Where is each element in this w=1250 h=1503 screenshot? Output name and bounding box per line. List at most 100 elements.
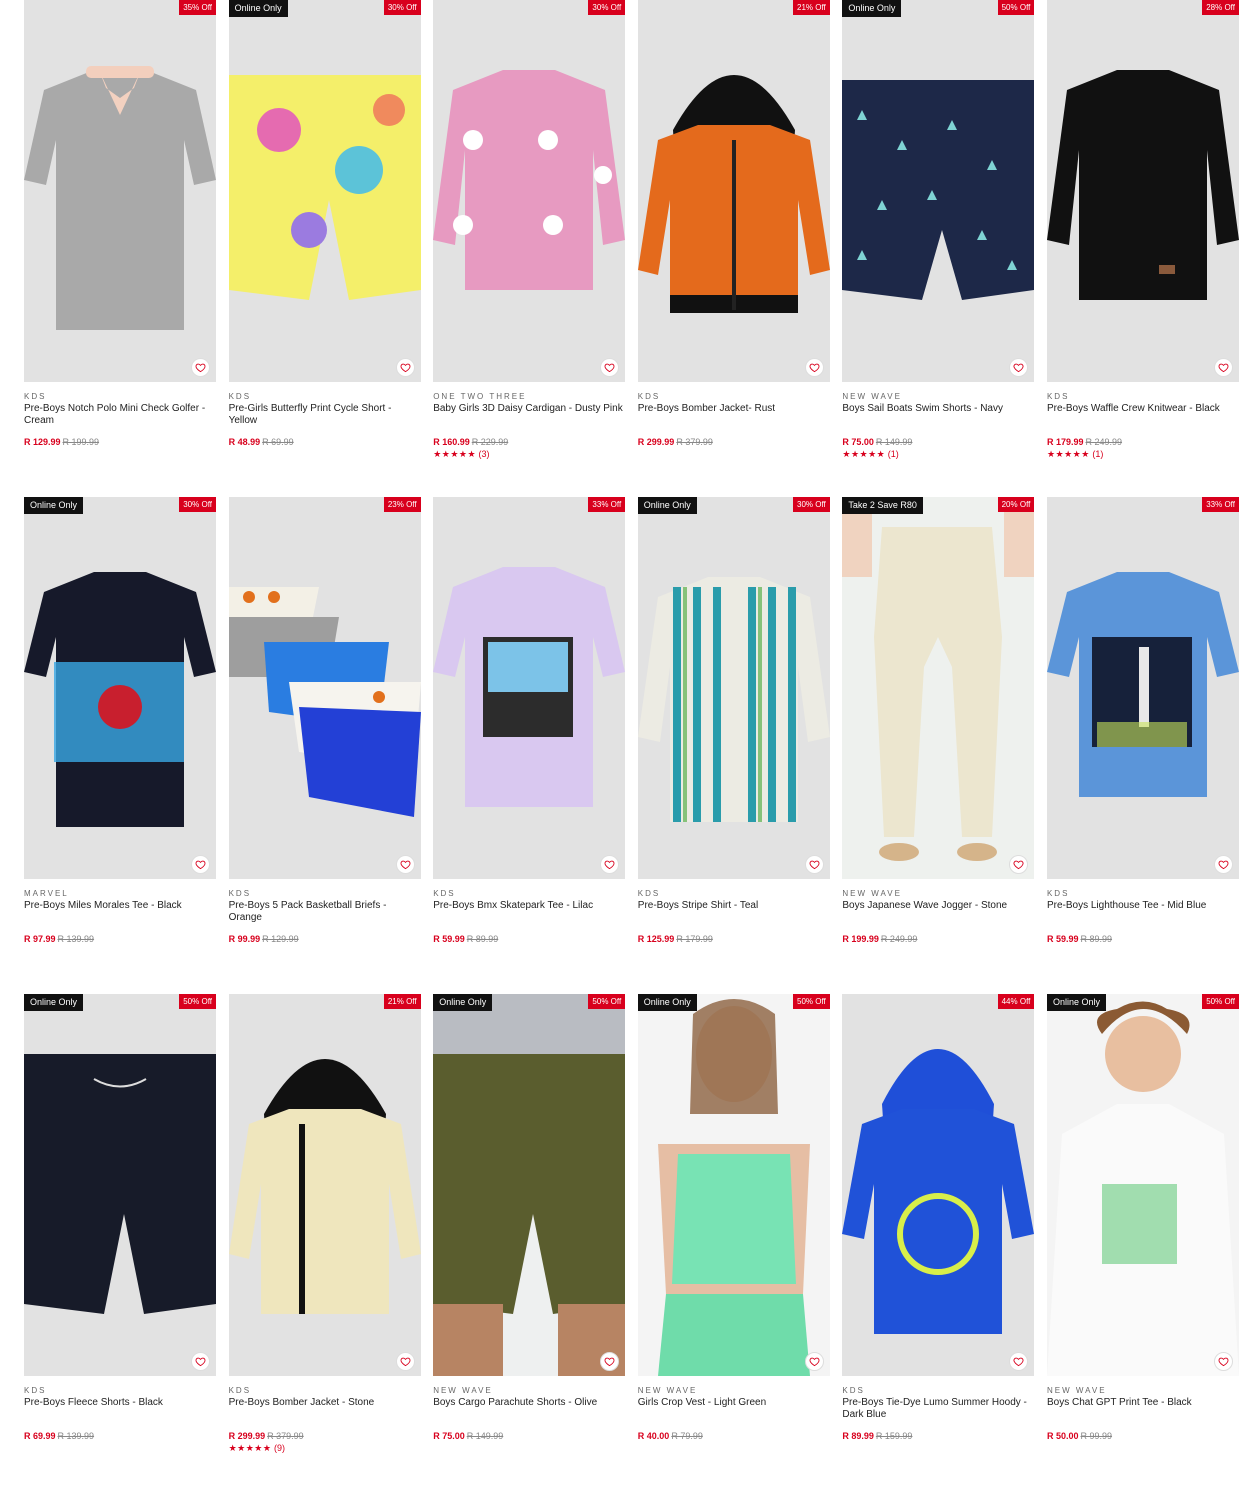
original-price: R 179.99	[676, 934, 713, 944]
product-name[interactable]: Boys Japanese Wave Jogger - Stone	[842, 900, 1034, 924]
sale-price: R 59.99	[433, 934, 465, 944]
discount-badge: 23% Off	[383, 497, 421, 512]
product-name[interactable]: Boys Sail Boats Swim Shorts - Navy	[842, 403, 1034, 427]
star-rating-icon: ★★★★★	[433, 449, 477, 459]
product-image[interactable]: 21% Off	[228, 994, 421, 1376]
product-image[interactable]: Take 2 Save R80 20% Off	[842, 497, 1035, 879]
product-name[interactable]: Pre-Boys Miles Morales Tee - Black	[24, 900, 216, 924]
wishlist-button[interactable]	[1213, 1352, 1233, 1371]
original-price: R 129.99	[262, 934, 299, 944]
product-brand: MARVEL	[24, 889, 69, 898]
wishlist-button[interactable]	[395, 1352, 415, 1371]
product-photo	[24, 994, 216, 1376]
product-price: R 160.99 R 229.99	[433, 437, 625, 448]
product-image[interactable]: Online Only 30% Off	[637, 497, 830, 879]
product-card[interactable]: 28% Off KDS Pre-Boys Waffle Crew Knitwea…	[1046, 0, 1239, 497]
original-price: R 199.99	[62, 437, 100, 447]
sale-price: R 199.99	[842, 934, 879, 944]
product-card[interactable]: Online Only 30% Off KDS Pre-Boys Stripe …	[637, 497, 830, 994]
product-image[interactable]: 23% Off	[228, 497, 421, 879]
product-name[interactable]: Girls Crop Vest - Light Green	[638, 1397, 830, 1421]
promo-badge: Take 2 Save R80	[842, 497, 923, 514]
product-image[interactable]: Online Only 50% Off	[433, 994, 626, 1376]
product-card[interactable]: Take 2 Save R80 20% Off NEW WAVE Boys Ja…	[842, 497, 1035, 994]
wishlist-button[interactable]	[804, 855, 824, 874]
wishlist-button[interactable]	[191, 1352, 210, 1371]
product-name[interactable]: Pre-Boys Waffle Crew Knitwear - Black	[1047, 403, 1239, 427]
product-card[interactable]: 30% Off ONE TWO THREE Baby Girls 3D Dais…	[433, 0, 626, 497]
product-image[interactable]: Online Only 30% Off	[24, 497, 216, 879]
review-count: (1)	[887, 449, 899, 459]
product-name[interactable]: Pre-Boys Bomber Jacket- Rust	[638, 403, 830, 427]
product-brand: KDS	[228, 392, 252, 401]
product-image[interactable]: 33% Off	[433, 497, 626, 879]
wishlist-button[interactable]	[395, 855, 415, 874]
sale-price: R 129.99	[24, 437, 61, 447]
heart-icon	[400, 363, 411, 373]
product-name[interactable]: Baby Girls 3D Daisy Cardigan - Dusty Pin…	[433, 403, 625, 427]
product-card[interactable]: Online Only 50% Off NEW WAVE Boys Chat G…	[1046, 994, 1239, 1491]
product-name[interactable]: Boys Chat GPT Print Tee - Black	[1047, 1397, 1239, 1421]
product-name[interactable]: Pre-Boys Stripe Shirt - Teal	[638, 900, 830, 924]
product-name[interactable]: Pre-Boys Tie-Dye Lumo Summer Hoody - Dar…	[842, 1397, 1034, 1421]
wishlist-button[interactable]	[804, 1352, 824, 1371]
wishlist-button[interactable]	[395, 358, 415, 377]
product-photo	[1046, 0, 1239, 382]
product-image[interactable]: 30% Off	[433, 0, 626, 382]
product-card[interactable]: Online Only 30% Off MARVEL Pre-Boys Mile…	[24, 497, 216, 994]
product-card[interactable]: 23% Off KDS Pre-Boys 5 Pack Basketball B…	[228, 497, 421, 994]
sale-price: R 299.99	[228, 1431, 266, 1441]
product-card[interactable]: Online Only 30% Off KDS Pre-Girls Butter…	[228, 0, 421, 497]
product-name[interactable]: Pre-Boys Notch Polo Mini Check Golfer - …	[24, 403, 216, 427]
product-card[interactable]: 33% Off KDS Pre-Boys Bmx Skatepark Tee -…	[433, 497, 626, 994]
star-rating-icon: ★★★★★	[1046, 449, 1090, 459]
product-image[interactable]: 44% Off	[842, 994, 1035, 1376]
product-card[interactable]: 33% Off KDS Pre-Boys Lighthouse Tee - Mi…	[1046, 497, 1239, 994]
discount-badge: 21% Off	[383, 994, 421, 1009]
wishlist-button[interactable]	[191, 358, 210, 377]
product-name[interactable]: Boys Cargo Parachute Shorts - Olive	[433, 1397, 625, 1421]
heart-icon	[195, 363, 206, 373]
wishlist-button[interactable]	[1213, 855, 1233, 874]
product-image[interactable]: Online Only 30% Off	[228, 0, 421, 382]
product-image[interactable]: 28% Off	[1046, 0, 1239, 382]
original-price: R 69.99	[262, 437, 294, 447]
product-image[interactable]: 33% Off	[1046, 497, 1239, 879]
wishlist-button[interactable]	[1213, 358, 1233, 377]
product-card[interactable]: 35% Off KDS Pre-Boys Notch Polo Mini Che…	[24, 0, 216, 497]
product-card[interactable]: Online Only 50% Off NEW WAVE Girls Crop …	[637, 994, 830, 1491]
product-card[interactable]: 21% Off KDS Pre-Boys Bomber Jacket - Sto…	[228, 994, 421, 1491]
product-image[interactable]: Online Only 50% Off	[637, 994, 830, 1376]
product-brand: NEW WAVE	[433, 1386, 493, 1395]
sale-price: R 69.99	[24, 1431, 56, 1441]
product-card[interactable]: 21% Off KDS Pre-Boys Bomber Jacket- Rust…	[637, 0, 830, 497]
product-image[interactable]: 35% Off	[24, 0, 216, 382]
product-price: R 50.00 R 99.99	[1047, 1431, 1239, 1442]
product-card[interactable]: Online Only 50% Off KDS Pre-Boys Fleece …	[24, 994, 216, 1491]
product-image[interactable]: Online Only 50% Off	[842, 0, 1035, 382]
product-name[interactable]: Pre-Girls Butterfly Print Cycle Short - …	[229, 403, 421, 427]
product-photo	[228, 497, 421, 879]
heart-icon	[809, 363, 820, 373]
heart-icon	[809, 1357, 820, 1367]
product-name[interactable]: Pre-Boys Bomber Jacket - Stone	[229, 1397, 421, 1421]
product-card[interactable]: Online Only 50% Off NEW WAVE Boys Cargo …	[433, 994, 626, 1491]
product-name[interactable]: Pre-Boys Lighthouse Tee - Mid Blue	[1047, 900, 1239, 924]
discount-badge: 50% Off	[179, 994, 216, 1009]
product-image[interactable]: Online Only 50% Off	[1046, 994, 1239, 1376]
product-name[interactable]: Pre-Boys 5 Pack Basketball Briefs - Oran…	[229, 900, 421, 924]
heart-icon	[604, 1357, 615, 1367]
product-name[interactable]: Pre-Boys Fleece Shorts - Black	[24, 1397, 216, 1421]
sale-price: R 50.00	[1046, 1431, 1079, 1441]
product-card[interactable]: 44% Off KDS Pre-Boys Tie-Dye Lumo Summer…	[842, 994, 1035, 1491]
product-name[interactable]: Pre-Boys Bmx Skatepark Tee - Lilac	[433, 900, 625, 924]
wishlist-button[interactable]	[191, 855, 210, 874]
product-image[interactable]: 21% Off	[637, 0, 830, 382]
wishlist-button[interactable]	[804, 358, 824, 377]
product-brand: KDS	[24, 392, 47, 401]
product-image[interactable]: Online Only 50% Off	[24, 994, 216, 1376]
sale-price: R 48.99	[228, 437, 261, 447]
product-card[interactable]: Online Only 50% Off NEW WAVE Boys Sail B…	[842, 0, 1035, 497]
product-price: R 89.99 R 159.99	[842, 1431, 1034, 1442]
product-photo	[433, 497, 626, 879]
